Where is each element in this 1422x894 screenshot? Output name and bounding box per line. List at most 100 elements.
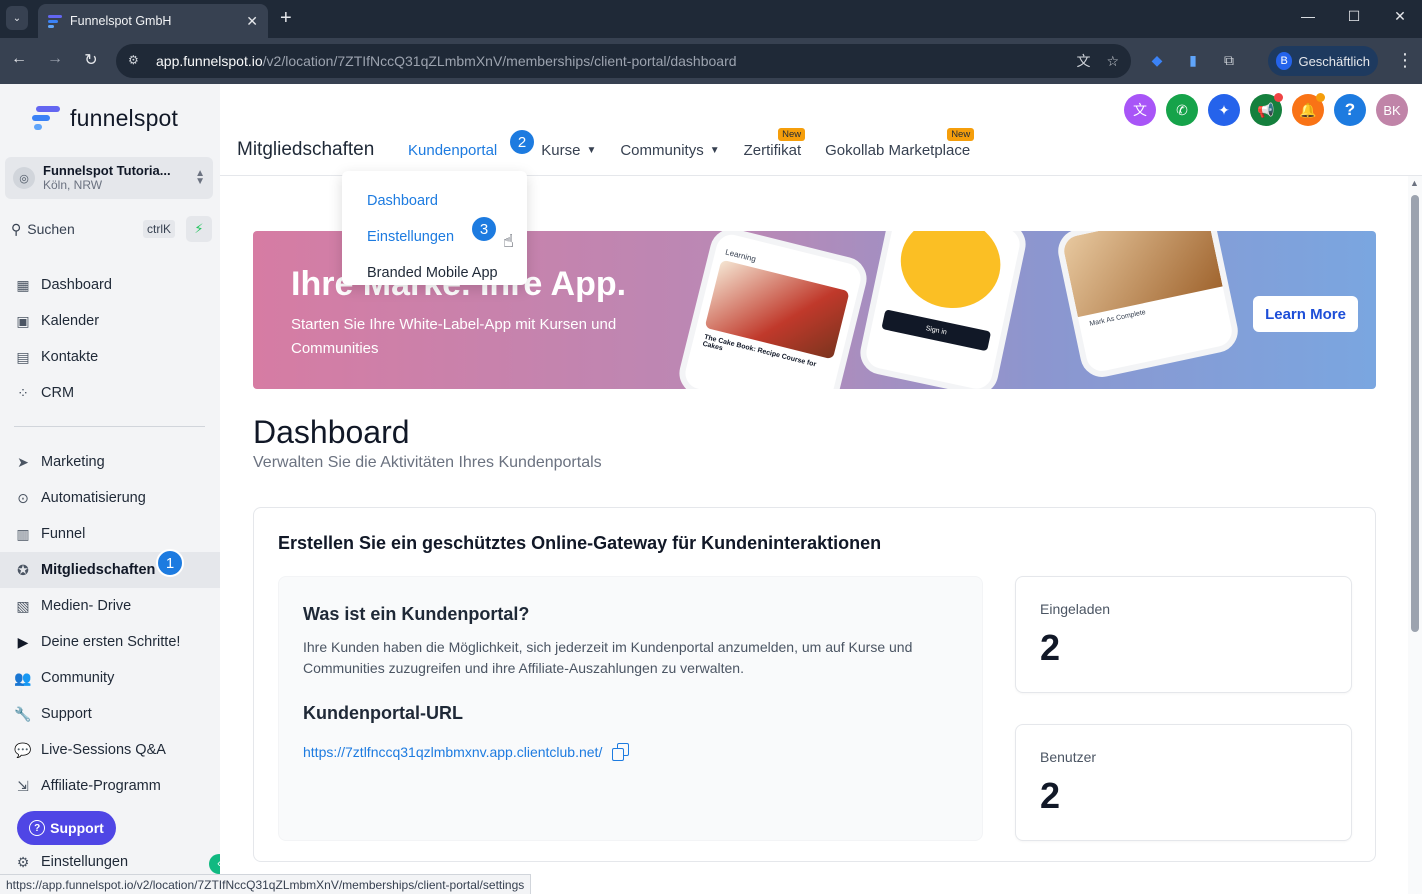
client-portal-card: Erstellen Sie ein geschütztes Online-Gat… — [253, 507, 1376, 862]
support-button-label: Support — [50, 820, 104, 836]
learn-more-button[interactable]: Learn More — [1253, 296, 1358, 332]
phone-mockup-recipe: Learning The Cake Book: Recipe Course fo… — [674, 231, 872, 389]
affiliate-icon: ⇲ — [17, 777, 29, 794]
dropdown-item-branded-mobile-app[interactable]: Branded Mobile App — [342, 255, 527, 291]
tab-communitys[interactable]: Communitys ▼ — [620, 142, 719, 159]
gear-icon: ⚙ — [16, 853, 30, 870]
sidebar-item-support[interactable]: 🔧 Support — [0, 696, 220, 732]
wrench-icon: 🔧 — [14, 705, 32, 722]
tab-label: Communitys — [620, 142, 704, 159]
account-switcher[interactable]: ◎ Funnelspot Tutoria... Köln, NRW ▲ ▼ — [5, 157, 213, 199]
close-tab-icon[interactable]: ✕ — [246, 13, 258, 30]
sidebar-item-label: Community — [41, 670, 115, 686]
page-heading: Mitgliedschaften — [237, 139, 375, 160]
extension-shield-icon[interactable]: ◆ — [1148, 52, 1166, 70]
translate-app-icon[interactable]: 文 — [1124, 94, 1156, 126]
membership-tabs: Kundenportal Kurse ▼ Communitys ▼ Zertif… — [408, 128, 994, 159]
minimize-icon[interactable]: — — [1298, 8, 1318, 24]
chat-icon: 💬 — [14, 741, 32, 758]
sidebar-item-crm[interactable]: ⁘ CRM — [0, 375, 220, 411]
profile-button[interactable]: B Geschäftlich — [1268, 46, 1378, 76]
sidebar-item-kalender[interactable]: ▣ Kalender — [0, 303, 220, 339]
help-icon[interactable]: ? — [1334, 94, 1366, 126]
sidebar-item-label: Marketing — [41, 454, 105, 470]
sidebar-item-label: Kontakte — [41, 349, 99, 365]
automation-icon: ⊙ — [17, 489, 29, 506]
url-path: /v2/location/7ZTIfNccQ31qZLmbmXnV/member… — [262, 53, 737, 69]
tab-zertifikat[interactable]: Zertifikat New — [743, 128, 806, 159]
sidebar-item-label: CRM — [41, 385, 75, 401]
step-badge-3: 3 — [470, 215, 498, 243]
quick-action-bolt-icon[interactable]: ⚡ — [186, 216, 212, 242]
stat-card-eingeladen: Eingeladen 2 — [1015, 576, 1352, 693]
logo-text: funnelspot — [70, 104, 179, 131]
sidebar-item-dashboard[interactable]: ▦ Dashboard — [0, 267, 220, 303]
info-text: Ihre Kunden haben die Möglichkeit, sich … — [303, 639, 913, 676]
site-settings-icon[interactable]: ⚙ — [128, 53, 144, 69]
crm-icon: ⁘ — [17, 384, 29, 401]
sidebar-item-label: Kalender — [41, 313, 100, 329]
scroll-up-icon[interactable]: ▲ — [1410, 178, 1419, 188]
sidebar-item-community[interactable]: 👥 Community — [0, 660, 220, 696]
support-button[interactable]: ? Support — [17, 811, 116, 845]
portal-url-link[interactable]: https://7ztlfnccq31qzlmbmxnv.app.clientc… — [303, 744, 602, 760]
maximize-icon[interactable]: ☐ — [1344, 8, 1364, 25]
chevron-down-icon: ▼ — [709, 145, 720, 156]
tab-kurse[interactable]: Kurse ▼ — [541, 142, 596, 159]
new-badge: New — [947, 128, 975, 141]
tab-label: Zertifikat — [743, 142, 802, 159]
address-bar[interactable]: ⚙ app.funnelspot.io/v2/location/7ZTIfNcc… — [116, 44, 1131, 78]
phone-mockup-bagel: Mark As Complete — [1054, 231, 1242, 381]
illustration-circle — [892, 231, 1009, 318]
account-location: Köln, NRW — [43, 178, 103, 192]
user-avatar[interactable]: BK — [1376, 94, 1408, 126]
forward-icon[interactable]: → — [44, 50, 66, 68]
sidebar-item-live-sessions[interactable]: 💬 Live-Sessions Q&A — [0, 732, 220, 768]
dropdown-item-einstellungen[interactable]: Einstellungen — [342, 219, 527, 255]
banner-subtitle: Starten Sie Ihre White-Label-App mit Kur… — [291, 316, 617, 357]
sidebar-item-label: Einstellungen — [41, 854, 129, 870]
sparkle-ai-icon[interactable]: ✦ — [1208, 94, 1240, 126]
tab-gokollab-marketplace[interactable]: Gokollab Marketplace New — [825, 128, 975, 159]
browser-menu-icon[interactable]: ⋮ — [1396, 50, 1414, 71]
back-icon[interactable]: ← — [8, 50, 30, 68]
info-heading: Was ist ein Kundenportal? — [303, 604, 530, 624]
extensions-puzzle-icon[interactable]: ⧉ — [1220, 52, 1238, 70]
copy-icon[interactable] — [612, 743, 630, 761]
profile-label: Geschäftlich — [1298, 53, 1370, 69]
sidebar-item-erste-schritte[interactable]: ▶ Deine ersten Schritte! — [0, 624, 220, 660]
bookmark-star-icon[interactable]: ☆ — [1106, 53, 1119, 70]
sidebar-search[interactable]: ⚲ Suchen ctrlK — [5, 215, 181, 243]
sidebar-item-medien-drive[interactable]: ▧ Medien- Drive — [0, 588, 220, 624]
sidebar-item-label: Deine ersten Schritte! — [41, 634, 181, 650]
sidebar-item-mitgliedschaften[interactable]: ✪ Mitgliedschaften — [0, 552, 220, 588]
browser-tab[interactable]: Funnelspot GmbH ✕ — [38, 4, 268, 38]
new-badge: New — [778, 128, 806, 141]
reload-icon[interactable]: ↻ — [80, 50, 102, 70]
stat-label: Eingeladen — [1040, 601, 1111, 617]
sidebar-item-funnel[interactable]: ▥ Funnel — [0, 516, 220, 552]
tab-list-chevron-icon[interactable]: ⌄ — [6, 6, 28, 30]
page-title: Dashboard — [253, 414, 410, 450]
new-tab-icon[interactable]: + — [280, 7, 292, 29]
sidebar-item-affiliate[interactable]: ⇲ Affiliate-Programm — [0, 768, 220, 804]
sidebar-item-kontakte[interactable]: ▤ Kontakte — [0, 339, 220, 375]
bell-icon[interactable]: 🔔 — [1292, 93, 1325, 126]
page-subtitle: Verwalten Sie die Aktivitäten Ihres Kund… — [253, 454, 602, 471]
translate-icon[interactable]: 文 — [1076, 51, 1090, 71]
sidebar-divider — [14, 426, 205, 427]
dropdown-item-dashboard[interactable]: Dashboard — [342, 183, 527, 219]
close-window-icon[interactable]: ✕ — [1390, 8, 1410, 25]
funnelspot-logo[interactable]: funnelspot — [32, 104, 178, 132]
sidebar-item-automatisierung[interactable]: ⊙ Automatisierung — [0, 480, 220, 516]
scrollbar-thumb[interactable] — [1411, 195, 1419, 632]
sidebar-item-marketing[interactable]: ➤ Marketing — [0, 444, 220, 480]
tab-kundenportal[interactable]: Kundenportal — [408, 142, 497, 159]
megaphone-icon[interactable]: 📢 — [1250, 93, 1283, 126]
url-heading: Kundenportal-URL — [303, 703, 463, 723]
card-title: Erstellen Sie ein geschütztes Online-Gat… — [278, 533, 882, 553]
extension-doc-icon[interactable]: ▮ — [1184, 52, 1202, 70]
calendar-icon: ▣ — [16, 312, 30, 329]
phone-icon[interactable]: ✆ — [1166, 94, 1198, 126]
browser-status-url: https://app.funnelspot.io/v2/location/7Z… — [0, 874, 532, 894]
